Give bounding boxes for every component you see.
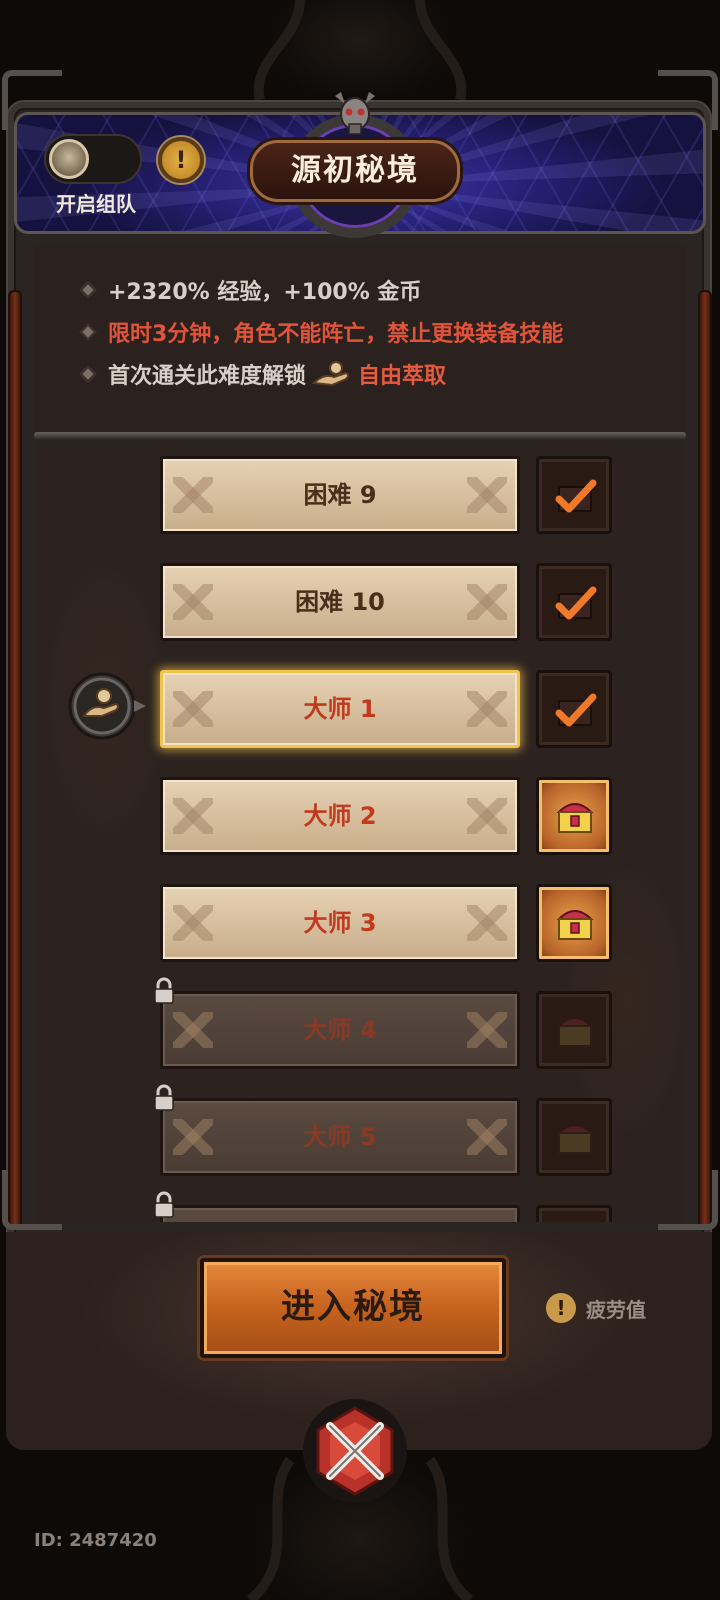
lock-icon — [154, 1084, 174, 1111]
title-medallion: 源初秘境 — [250, 92, 460, 238]
exclamation-icon: ! — [546, 1293, 576, 1323]
fatigue-label: 疲劳值 — [586, 1297, 646, 1322]
section-divider — [34, 432, 686, 440]
difficulty-button[interactable]: 大师 3 — [160, 884, 520, 962]
difficulty-button-locked[interactable] — [160, 1205, 520, 1222]
reward-chest-available[interactable] — [536, 884, 612, 962]
difficulty-row: 大师 5 — [36, 1084, 684, 1180]
difficulty-row — [36, 1191, 684, 1222]
right-rail — [698, 290, 712, 1230]
difficulty-button-selected[interactable]: 大师 1 — [160, 670, 520, 748]
reward-chest-locked[interactable] — [536, 1205, 612, 1222]
reward-chest-claimed[interactable] — [536, 456, 612, 534]
reward-bonus-line: +2320% 经验，+100% 金币 — [79, 274, 422, 306]
treasure-chest-icon — [556, 803, 594, 833]
difficulty-button[interactable]: 困难 9 — [160, 456, 520, 534]
bullet-diamond-icon — [79, 281, 97, 299]
unlock-feature-text: 自由萃取 — [358, 364, 447, 389]
treasure-chest-icon — [556, 1017, 594, 1047]
fatigue-indicator[interactable]: ! 疲劳值 — [546, 1292, 646, 1324]
difficulty-button[interactable]: 大师 2 — [160, 777, 520, 855]
lock-icon — [154, 1191, 174, 1218]
checkmark-icon — [555, 586, 597, 620]
checkmark-icon — [555, 693, 597, 727]
difficulty-row: 大师 4 — [36, 977, 684, 1073]
difficulty-row: 困难 9 — [36, 456, 684, 538]
rules-text: 限时3分钟，角色不能阵亡，禁止更换装备技能 — [108, 322, 564, 347]
skull-icon — [335, 92, 375, 135]
extract-hand-icon — [312, 361, 350, 387]
unlock-line: 首次通关此难度解锁 自由萃取 — [79, 358, 447, 390]
user-id: ID: 2487420 — [34, 1530, 157, 1551]
reward-chest-available[interactable] — [536, 777, 612, 855]
reward-chest-claimed[interactable] — [536, 563, 612, 641]
exclamation-icon: ! — [175, 146, 187, 174]
toggle-knob — [49, 139, 89, 179]
treasure-chest-icon — [556, 1124, 594, 1154]
difficulty-list[interactable]: 困难 9 困难 10 大师 1 大师 2 大师 3 大师 4 大师 5 — [36, 440, 684, 1222]
difficulty-button-locked[interactable]: 大师 4 — [160, 991, 520, 1069]
treasure-chest-icon — [556, 910, 594, 940]
unlock-prefix-text: 首次通关此难度解锁 — [108, 364, 307, 389]
lock-icon — [154, 977, 174, 1004]
difficulty-row: 大师 2 — [36, 777, 684, 859]
page-title: 源初秘境 — [250, 140, 460, 202]
team-toggle-label: 开启组队 — [56, 192, 136, 216]
difficulty-row: 困难 10 — [36, 563, 684, 645]
left-rail — [8, 290, 22, 1230]
reward-chest-locked[interactable] — [536, 991, 612, 1069]
enter-dungeon-button[interactable]: 进入秘境 — [200, 1258, 506, 1358]
bullet-diamond-icon — [79, 365, 97, 383]
checkmark-icon — [555, 479, 597, 513]
reward-chest-locked[interactable] — [536, 1098, 612, 1176]
team-toggle[interactable] — [44, 134, 142, 184]
reward-chest-claimed[interactable] — [536, 670, 612, 748]
crossed-swords-icon[interactable] — [300, 1396, 410, 1506]
rules-line: 限时3分钟，角色不能阵亡，禁止更换装备技能 — [79, 316, 564, 348]
current-position-marker-icon — [68, 672, 146, 740]
difficulty-button[interactable]: 困难 10 — [160, 563, 520, 641]
bullet-diamond-icon — [79, 323, 97, 341]
difficulty-row: 大师 1 — [36, 670, 684, 752]
reward-bonus-text: +2320% 经验，+100% 金币 — [108, 280, 422, 305]
difficulty-row: 大师 3 — [36, 884, 684, 966]
difficulty-button-locked[interactable]: 大师 5 — [160, 1098, 520, 1176]
info-button[interactable]: ! — [158, 137, 204, 183]
